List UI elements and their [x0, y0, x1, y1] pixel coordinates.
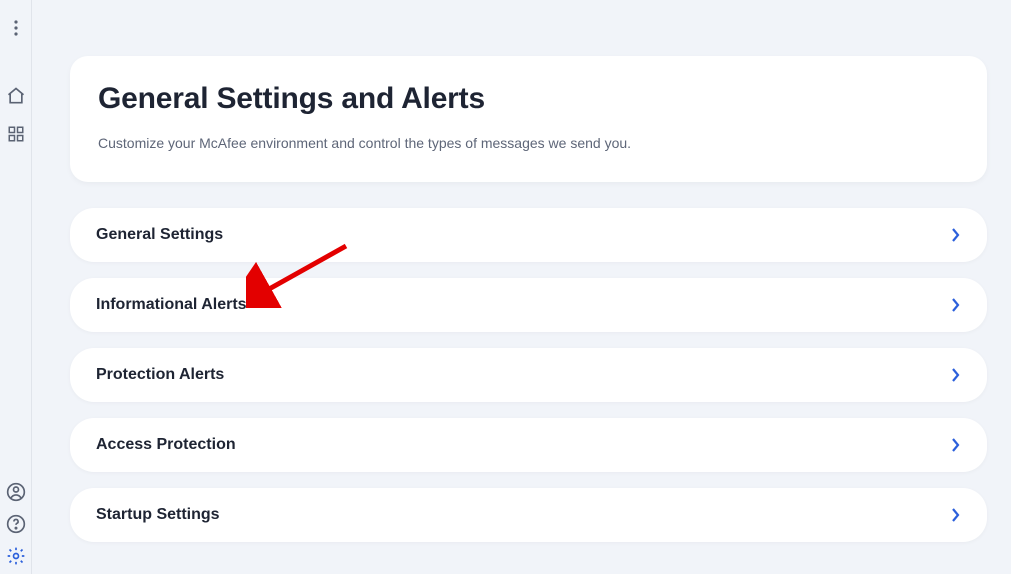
menu-dots-icon[interactable] [6, 18, 26, 38]
settings-gear-icon[interactable] [6, 546, 26, 566]
main-content: General Settings and Alerts Customize yo… [32, 0, 1011, 574]
setting-label: Protection Alerts [96, 366, 224, 384]
home-icon[interactable] [6, 86, 26, 106]
setting-row-startup-settings[interactable]: Startup Settings [70, 488, 987, 542]
setting-label: Informational Alerts [96, 296, 247, 314]
sidebar-bottom [6, 482, 26, 566]
help-icon[interactable] [6, 514, 26, 534]
apps-grid-icon[interactable] [6, 124, 26, 144]
setting-row-informational-alerts[interactable]: Informational Alerts [70, 278, 987, 332]
page-header-card: General Settings and Alerts Customize yo… [70, 56, 987, 182]
setting-label: General Settings [96, 226, 223, 244]
chevron-right-icon [951, 368, 961, 382]
setting-label: Startup Settings [96, 506, 220, 524]
page-subtitle: Customize your McAfee environment and co… [98, 134, 959, 154]
setting-label: Access Protection [96, 436, 236, 454]
setting-row-general[interactable]: General Settings [70, 208, 987, 262]
chevron-right-icon [951, 438, 961, 452]
sidebar-top [6, 18, 26, 144]
chevron-right-icon [951, 508, 961, 522]
sidebar [0, 0, 32, 574]
account-icon[interactable] [6, 482, 26, 502]
setting-row-access-protection[interactable]: Access Protection [70, 418, 987, 472]
page-title: General Settings and Alerts [98, 82, 959, 116]
chevron-right-icon [951, 298, 961, 312]
setting-row-protection-alerts[interactable]: Protection Alerts [70, 348, 987, 402]
chevron-right-icon [951, 228, 961, 242]
